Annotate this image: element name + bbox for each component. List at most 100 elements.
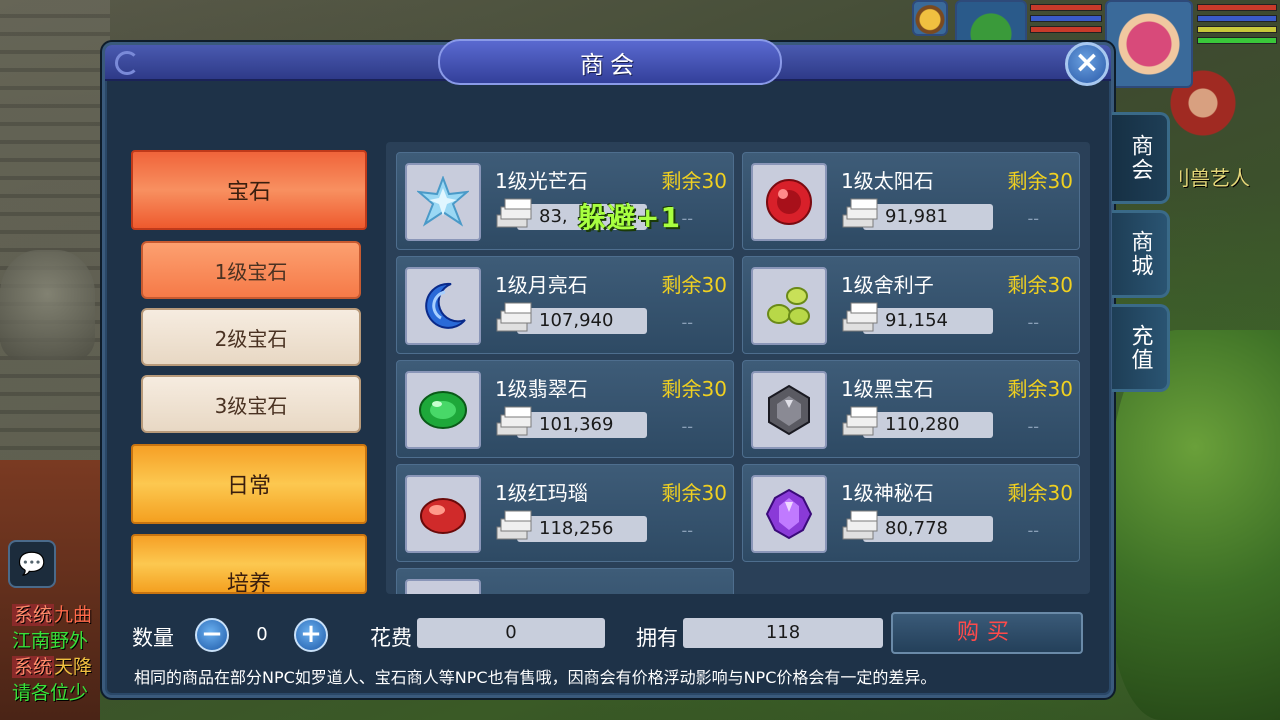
item-icon-frame [405,371,481,449]
item-price: 91,154 [863,308,993,334]
subcategory-level3-gem[interactable]: 3级宝石 [141,375,361,433]
category-label: 宝石 [226,180,271,205]
item-name: 1级舍利子 [841,273,934,297]
chat-channel-tag: 系统 [12,604,55,626]
silver-ingot-icon [496,198,532,228]
silver-ingot-icon [496,406,532,436]
category-gem[interactable]: 宝石 [131,150,367,230]
item-discount: -- [1027,417,1039,436]
item-price: 110,280 [863,412,993,438]
silver-ingot-icon [496,302,532,332]
floating-buff-text: 躲避+1 [578,201,681,234]
subcategory-label: 2级宝石 [214,326,288,351]
item-stock: 剩余30 [661,481,727,505]
item-grid[interactable]: 1级光芒石 剩余30 83, -- 1级太阳石 剩余30 91,981 -- 1… [386,142,1090,594]
item-price: 118,256 [517,516,647,542]
hp-bar [1197,4,1277,11]
tab-guild-shop[interactable]: 商会 [1112,112,1170,204]
item-discount: -- [681,521,693,540]
quantity-stepper[interactable]: 0 [222,620,302,650]
subcategory-level1-gem[interactable]: 1级宝石 [141,241,361,299]
player-status-bars [1197,4,1277,44]
item-name: 1级红玛瑙 [495,481,588,505]
shop-item-card[interactable]: 1级太阳石 剩余30 91,981 -- [742,152,1080,250]
tab-label: 商城 [1127,230,1153,278]
buy-button[interactable]: 购买 [891,612,1083,654]
item-icon-frame [405,579,481,594]
item-price: 91,981 [863,204,993,230]
lion-statue [0,250,95,360]
category-label: 培养 [226,572,271,594]
item-name: 1级翡翠石 [495,377,588,401]
item-icon-frame [751,371,827,449]
item-discount: -- [681,209,693,228]
npc-name-label: 刂兽艺人 [1170,166,1250,190]
chat-text: 请各位少 [12,682,89,704]
item-price: 107,940 [517,308,647,334]
increase-quantity-button[interactable]: + [294,618,328,652]
anger-bar [1197,37,1277,44]
shop-item-card[interactable]: 1级神秘石 剩余30 80,778 -- [742,464,1080,562]
category-training[interactable]: 培养 [131,534,367,594]
shop-item-card[interactable]: 1级月亮石 剩余30 107,940 -- [396,256,734,354]
swirl-ornament-icon [115,51,139,75]
silver-ingot-icon [842,302,878,332]
item-stock: 剩余30 [1007,169,1073,193]
page-title: 商会 [580,50,640,79]
tab-label: 充值 [1127,324,1153,372]
mp-bar [1197,15,1277,22]
close-button[interactable]: × [1065,42,1109,86]
item-icon-frame [405,163,481,241]
owned-label: 拥有 [636,626,678,650]
hp-bar [1030,4,1102,11]
chat-line: 请各位少 [12,678,88,705]
item-icon-frame [405,475,481,553]
category-label: 日常 [226,474,271,499]
item-icon-frame [751,163,827,241]
shop-item-card[interactable]: 1级光芒石 剩余30 83, -- [396,152,734,250]
player-portrait[interactable] [1105,0,1193,88]
ruby-icon [766,179,812,225]
mystery-stone-icon [765,488,813,540]
shop-item-card[interactable]: 1级翡翠石 剩余30 101,369 -- [396,360,734,458]
item-stock: 剩余30 [661,273,727,297]
item-stock: 剩余30 [1007,377,1073,401]
close-icon: × [1074,45,1100,80]
shop-item-card-partial[interactable] [396,568,734,594]
silver-ingot-icon [842,198,878,228]
hp-bar [1030,26,1102,33]
pet-portrait[interactable] [912,0,948,36]
item-price: 101,369 [517,412,647,438]
item-name: 1级太阳石 [841,169,934,193]
chat-line: 系统 天降 [12,652,92,679]
category-daily[interactable]: 日常 [131,444,367,524]
chat-line: 系统 九曲 [12,600,92,627]
item-stock: 剩余30 [1007,481,1073,505]
agate-icon [420,498,466,534]
crystal-icon [417,176,469,227]
shop-item-card[interactable]: 1级舍利子 剩余30 91,154 -- [742,256,1080,354]
mp-bar [1030,15,1102,22]
item-name: 1级光芒石 [495,169,588,193]
black-gem-icon [768,384,810,436]
subcategory-label: 3级宝石 [214,393,288,418]
item-stock: 剩余30 [661,169,727,193]
chat-line: 江南野外 [12,626,88,653]
silver-ingot-icon [496,510,532,540]
item-stock: 剩余30 [661,377,727,401]
cost-value: 0 [417,618,605,648]
shop-item-card[interactable]: 1级红玛瑙 剩余30 118,256 -- [396,464,734,562]
speech-bubble-icon[interactable]: 💬 [8,540,56,588]
tab-label: 商会 [1127,134,1153,182]
item-discount: -- [1027,209,1039,228]
chat-text: 江南野外 [12,630,89,652]
shop-item-card[interactable]: 1级黑宝石 剩余30 110,280 -- [742,360,1080,458]
exp-bar [1197,26,1277,33]
item-discount: -- [1027,313,1039,332]
tab-mall[interactable]: 商城 [1112,210,1170,298]
subcategory-level2-gem[interactable]: 2级宝石 [141,308,361,366]
chat-text: 九曲 [54,604,93,626]
stone-stairs [0,0,110,470]
emerald-icon [419,391,467,429]
tab-recharge[interactable]: 充值 [1112,304,1170,392]
